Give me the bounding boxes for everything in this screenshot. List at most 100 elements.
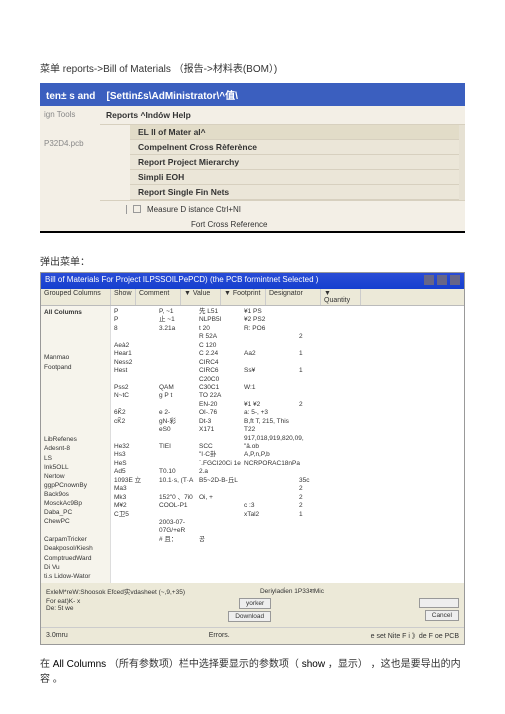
- allcols-item[interactable]: [44, 381, 107, 390]
- allcols-item[interactable]: [44, 526, 107, 535]
- menu-item-simple-bom[interactable]: Simpli EOH: [130, 170, 459, 185]
- col-designator[interactable]: Designator: [266, 289, 321, 305]
- col-footprint[interactable]: ▼ Footprint: [221, 289, 266, 305]
- allcols-item[interactable]: Nertow: [44, 472, 107, 481]
- allcols-item[interactable]: CarpamTricker: [44, 535, 107, 544]
- table-row[interactable]: # 且：공: [114, 536, 461, 544]
- table-row[interactable]: C20C0: [114, 376, 461, 384]
- table-row[interactable]: Hear1C 2.24Aa21: [114, 350, 461, 358]
- table-row[interactable]: R 52A2: [114, 333, 461, 341]
- menu-port-cross-ref[interactable]: Fort Cross Reference: [100, 218, 465, 231]
- cell: A,P,n,P,b: [244, 451, 299, 459]
- allcols-item[interactable]: [44, 417, 107, 426]
- allcols-item[interactable]: [44, 372, 107, 381]
- grid-rows[interactable]: PP, ~1先 L51¥1 PSP止 ~1NLPB5l¥2 PS283.21at…: [111, 306, 464, 583]
- allcols-item[interactable]: [44, 399, 107, 408]
- table-row[interactable]: Ad5T0.102.a: [114, 468, 461, 476]
- all-columns-title: All Columns: [44, 308, 107, 317]
- allcols-item[interactable]: LibRefenes: [44, 435, 107, 444]
- cell: C卫5: [114, 511, 159, 519]
- allcols-item[interactable]: Ink5OLL: [44, 463, 107, 472]
- cell: 35c: [299, 477, 339, 485]
- menu-item-cross-ref[interactable]: Compelnent Cross Rèferènce: [130, 140, 459, 155]
- table-row[interactable]: Pss2QAMC30C1W:1: [114, 384, 461, 392]
- cell: [159, 485, 199, 493]
- allcols-item[interactable]: [44, 344, 107, 353]
- menu-measure-distance[interactable]: Measure D istance Ctrl+NI: [100, 200, 465, 218]
- table-row[interactable]: Mk3152"0 、7i0Oi, +2: [114, 494, 461, 502]
- table-row[interactable]: Hs3"I·C卦A,P,n,P,b: [114, 451, 461, 459]
- table-row[interactable]: 83.21at 20R: PO6: [114, 325, 461, 333]
- maximize-icon[interactable]: [437, 275, 447, 285]
- menubar-left: ten± s and: [46, 91, 95, 102]
- allcols-item[interactable]: Daba_PC: [44, 508, 107, 517]
- allcols-item[interactable]: Back9os: [44, 490, 107, 499]
- allcols-item[interactable]: Di Vu: [44, 563, 107, 572]
- table-row[interactable]: Ma32: [114, 485, 461, 493]
- minimize-icon[interactable]: [424, 275, 434, 285]
- menu-item-single-pin[interactable]: Report Single Fin Nets: [130, 185, 459, 200]
- allcols-item[interactable]: [44, 335, 107, 344]
- allcols-item[interactable]: ComptruedWard: [44, 554, 107, 563]
- table-row[interactable]: 2003-07-07G/+eR: [114, 519, 461, 536]
- col-show[interactable]: Show: [111, 289, 136, 305]
- allcols-item[interactable]: [44, 426, 107, 435]
- yorker-button[interactable]: yorker: [239, 598, 271, 609]
- allcols-item[interactable]: LS: [44, 454, 107, 463]
- allcols-item[interactable]: [44, 408, 107, 417]
- allcols-item[interactable]: Adesnt-8: [44, 444, 107, 453]
- table-row[interactable]: Ness2CIRC4: [114, 359, 461, 367]
- table-row[interactable]: 1093E 立10.1·s, (T·AB5~2D-B-丘L35c: [114, 477, 461, 485]
- download-button[interactable]: Download: [228, 611, 271, 622]
- allcols-item[interactable]: [44, 326, 107, 335]
- table-row[interactable]: eS0X171T22: [114, 426, 461, 434]
- table-row[interactable]: C卫5xTal21: [114, 511, 461, 519]
- table-row[interactable]: Aeà2C 120: [114, 342, 461, 350]
- cell: [159, 460, 199, 468]
- col-comment[interactable]: Comment: [136, 289, 181, 305]
- cell: Pss2: [114, 384, 159, 392]
- cell: eS0: [159, 426, 199, 434]
- option-checkbox-1[interactable]: For eat)K- x: [46, 598, 80, 605]
- allcols-item[interactable]: MosckAc9Bp: [44, 499, 107, 508]
- table-row[interactable]: He32TIEISCC"â.ob: [114, 443, 461, 451]
- col-quantity[interactable]: ▼ Quantity: [321, 289, 361, 305]
- allcols-item[interactable]: Footpand: [44, 363, 107, 372]
- cell: [159, 333, 199, 341]
- blank-button[interactable]: [419, 598, 459, 608]
- allcols-item[interactable]: [44, 390, 107, 399]
- col-value[interactable]: ▼ Value: [181, 289, 221, 305]
- allcols-item[interactable]: ChewPC: [44, 517, 107, 526]
- cell: P: [114, 316, 159, 324]
- cell: [244, 359, 299, 367]
- table-row[interactable]: M¥2COOL-P1c :32: [114, 502, 461, 510]
- table-row[interactable]: HeS`.FGCI20Ci 1eNCRPORAC18nPa: [114, 460, 461, 468]
- allcols-item[interactable]: ggpPCnownBy: [44, 481, 107, 490]
- cell: N~tC: [114, 392, 159, 400]
- allcols-item[interactable]: [44, 317, 107, 326]
- reports-menu-header[interactable]: Reports ^Indó̇w Help: [100, 106, 465, 125]
- cell: [244, 477, 299, 485]
- all-columns-panel[interactable]: All Columns ManmaoFootpand LibRefenesAde…: [41, 306, 111, 583]
- allcols-item[interactable]: ti.s Lidow-Wator: [44, 572, 107, 581]
- table-row[interactable]: P止 ~1NLPB5l¥2 PS2: [114, 316, 461, 324]
- cell: [299, 418, 339, 426]
- cell: Mk3: [114, 494, 159, 502]
- menu-item-bom[interactable]: EL ll of Mater al^: [130, 125, 459, 140]
- cell: [159, 342, 199, 350]
- table-row[interactable]: N~tCg P tTO 22A: [114, 392, 461, 400]
- table-row[interactable]: EN-20¥1 ¥22: [114, 401, 461, 409]
- table-row[interactable]: 6K̃2e 2-OI-.76a: 5-, +3: [114, 409, 461, 417]
- table-row[interactable]: cK̃2gN-彩Dt-3B,ft T, 215, This: [114, 418, 461, 426]
- allcols-item[interactable]: Deakposol/Kiesh: [44, 544, 107, 553]
- cancel-button[interactable]: Cancel: [425, 610, 459, 621]
- menu-item-hierarchy[interactable]: Report Project Mierarchy: [130, 155, 459, 170]
- close-icon[interactable]: [450, 275, 460, 285]
- allcols-item[interactable]: Manmao: [44, 353, 107, 362]
- table-row[interactable]: 917,018,919,820,09,: [114, 435, 461, 443]
- cell: Oi, +: [199, 494, 244, 502]
- col-grouped[interactable]: Grouped Columns: [41, 289, 111, 305]
- table-row[interactable]: HestCIRC6Ss¥1: [114, 367, 461, 375]
- option-checkbox-2[interactable]: De: 5t we: [46, 605, 80, 612]
- cell: Aa2: [244, 350, 299, 358]
